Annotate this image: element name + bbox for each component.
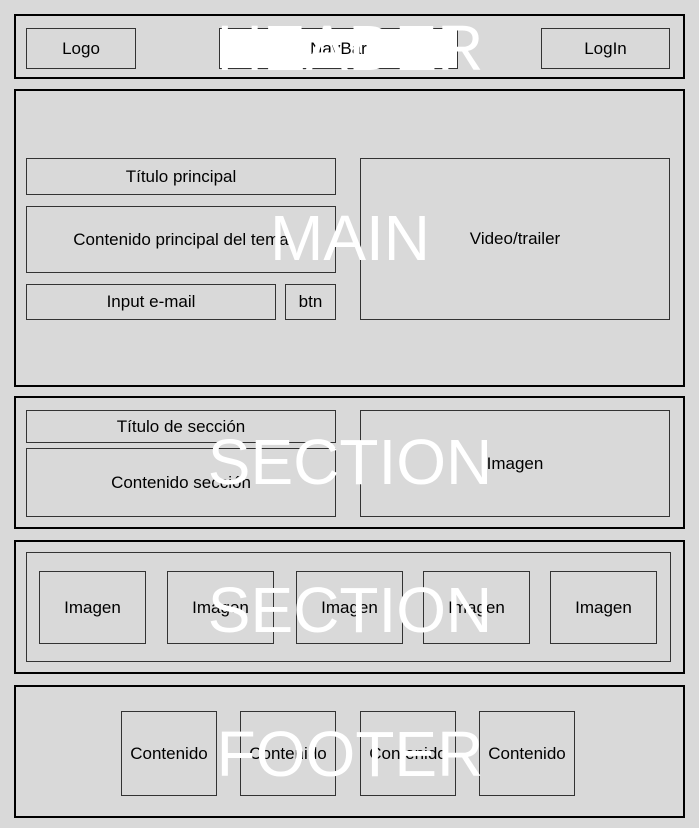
main-title-box: Título principal xyxy=(26,158,336,195)
footer-content-3: Contenido xyxy=(360,711,456,796)
footer-content-4: Contenido xyxy=(479,711,575,796)
gallery-image-1[interactable]: Imagen xyxy=(39,571,146,644)
logo-box[interactable]: Logo xyxy=(26,28,136,69)
section-content-box: Contenido sección xyxy=(26,448,336,517)
login-box[interactable]: LogIn xyxy=(541,28,670,69)
section-title-box: Título de sección xyxy=(26,410,336,443)
gallery-image-2[interactable]: Imagen xyxy=(167,571,274,644)
video-trailer-box[interactable]: Video/trailer xyxy=(360,158,670,320)
footer-content-2: Contenido xyxy=(240,711,336,796)
gallery-image-3[interactable]: Imagen xyxy=(296,571,403,644)
email-input[interactable]: Input e-mail xyxy=(26,284,276,320)
main-content-box: Contenido principal del tema xyxy=(26,206,336,273)
gallery-image-4[interactable]: Imagen xyxy=(423,571,530,644)
section-image-box: Imagen xyxy=(360,410,670,517)
navbar-box[interactable]: NavBar xyxy=(219,28,458,69)
footer-region xyxy=(14,685,685,818)
footer-content-1: Contenido xyxy=(121,711,217,796)
gallery-image-5[interactable]: Imagen xyxy=(550,571,657,644)
submit-button[interactable]: btn xyxy=(285,284,336,320)
